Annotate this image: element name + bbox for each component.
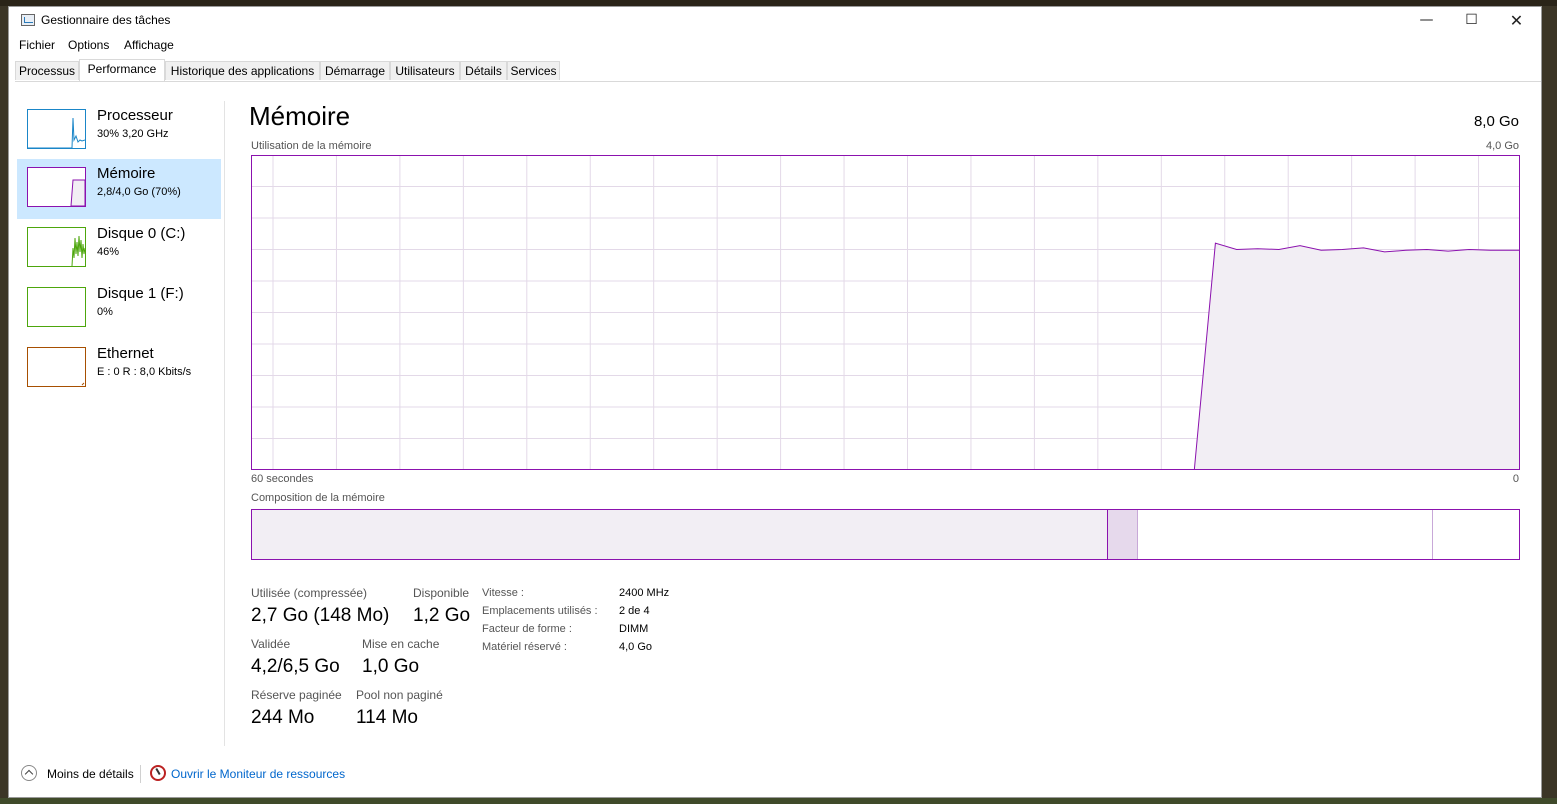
sidebar-item-title: Disque 1 (F:)	[97, 285, 184, 302]
composition-segment[interactable]	[1137, 510, 1433, 559]
slots-value: 2 de 4	[619, 605, 650, 617]
tab-processus[interactable]: Processus	[15, 61, 79, 80]
fewer-details-button[interactable]: Moins de détails	[47, 767, 134, 781]
form-factor-value: DIMM	[619, 623, 649, 635]
tab-performance[interactable]: Performance	[79, 59, 165, 81]
tab-services[interactable]: Services	[507, 61, 560, 80]
committed-label: Validée	[251, 637, 291, 651]
window-title: Gestionnaire des tâches	[41, 13, 171, 27]
speed-label: Vitesse :	[482, 587, 524, 599]
menu-options[interactable]: Options	[68, 38, 109, 52]
nonpaged-pool-label: Pool non paginé	[356, 688, 443, 702]
sidebar-item-subtitle: 0%	[97, 306, 113, 318]
sidebar-item-disque-1[interactable]: Disque 1 (F:) 0%	[17, 279, 221, 339]
memory-usage-area	[251, 243, 1520, 470]
sidebar-item-processeur[interactable]: Processeur 30% 3,20 GHz	[17, 101, 221, 161]
memory-thumbnail-graph	[70, 179, 85, 206]
tab-utilisateurs[interactable]: Utilisateurs	[390, 61, 460, 80]
paged-pool-value: 244 Mo	[251, 707, 315, 728]
memory-composition-bar[interactable]	[251, 509, 1520, 560]
available-label: Disponible	[413, 586, 470, 600]
slots-label: Emplacements utilisés :	[482, 605, 598, 617]
usage-graph-max: 4,0 Go	[1485, 140, 1519, 152]
footer-bar: Moins de détails Ouvrir le Moniteur de r…	[9, 757, 1541, 787]
usage-graph-label: Utilisation de la mémoire	[251, 140, 372, 152]
sidebar-item-subtitle: 46%	[97, 246, 120, 258]
tab-details[interactable]: Détails	[460, 61, 507, 80]
time-axis-right: 0	[1512, 473, 1519, 485]
ethernet-thumbnail	[27, 347, 86, 387]
task-manager-icon	[21, 14, 35, 26]
sidebar-item-disque-0[interactable]: Disque 0 (C:) 46%	[17, 219, 221, 279]
disk1-thumbnail	[27, 287, 86, 327]
tab-demarrage[interactable]: Démarrage	[320, 61, 390, 80]
committed-value: 4,2/6,5 Go	[251, 656, 340, 677]
disk0-thumbnail-graph	[71, 235, 85, 266]
sidebar-item-memoire[interactable]: Mémoire 2,8/4,0 Go (70%)	[17, 159, 221, 219]
composition-segment[interactable]	[1432, 510, 1519, 559]
composition-segment[interactable]	[1108, 510, 1138, 559]
maximize-button[interactable]: ☐	[1449, 7, 1494, 34]
sidebar-item-subtitle: 30% 3,20 GHz	[97, 128, 169, 140]
close-button[interactable]: ✕	[1494, 7, 1539, 34]
menu-fichier[interactable]: Fichier	[19, 38, 55, 52]
sidebar-item-title: Processeur	[97, 107, 173, 124]
minimize-button[interactable]: —	[1404, 7, 1449, 34]
form-factor-label: Facteur de forme :	[482, 623, 572, 635]
resource-monitor-link[interactable]: Ouvrir le Moniteur de ressources	[171, 767, 345, 781]
footer-divider	[140, 765, 141, 783]
sidebar-item-title: Mémoire	[97, 165, 156, 182]
memory-usage-chart	[251, 155, 1520, 470]
menu-affichage[interactable]: Affichage	[124, 38, 174, 52]
sidebar-item-title: Disque 0 (C:)	[97, 225, 186, 242]
ethernet-thumbnail-graph	[81, 382, 85, 386]
paged-pool-label: Réserve paginée	[251, 688, 342, 702]
cpu-thumbnail	[27, 109, 86, 149]
sidebar-item-subtitle: 2,8/4,0 Go (70%)	[97, 186, 181, 198]
sidebar-item-title: Ethernet	[97, 345, 154, 362]
page-title: Mémoire	[249, 101, 351, 131]
desktop-background-bottom	[0, 798, 1557, 804]
sidebar-item-subtitle: E : 0 R : 8,0 Kbits/s	[97, 366, 192, 378]
resource-monitor-icon	[150, 765, 166, 781]
cpu-thumbnail-graph	[28, 117, 85, 148]
used-label: Utilisée (compressée)	[251, 586, 368, 600]
nonpaged-pool-value: 114 Mo	[356, 707, 418, 728]
collapse-chevron-icon[interactable]	[21, 765, 37, 781]
cached-value: 1,0 Go	[362, 656, 420, 677]
disk0-thumbnail	[27, 227, 86, 267]
sidebar-item-ethernet[interactable]: Ethernet E : 0 R : 8,0 Kbits/s	[17, 339, 221, 399]
task-manager-window: Gestionnaire des tâches — ☐ ✕ Fichier Op…	[8, 6, 1542, 798]
used-value: 2,7 Go (148 Mo)	[251, 605, 390, 626]
tab-bar: Processus Performance Historique des app…	[15, 59, 1541, 82]
title-bar[interactable]: Gestionnaire des tâches — ☐ ✕	[9, 7, 1541, 34]
cached-label: Mise en cache	[362, 637, 440, 651]
composition-segment[interactable]	[252, 510, 1109, 559]
tab-historique[interactable]: Historique des applications	[165, 61, 320, 80]
available-value: 1,2 Go	[413, 605, 471, 626]
memory-total: 8,0 Go	[1473, 113, 1519, 130]
sidebar-divider	[224, 101, 225, 746]
hardware-reserved-value: 4,0 Go	[619, 641, 653, 653]
hardware-reserved-label: Matériel réservé :	[482, 641, 567, 653]
composition-label: Composition de la mémoire	[251, 492, 385, 504]
memory-thumbnail	[27, 167, 86, 207]
speed-value: 2400 MHz	[619, 587, 670, 599]
time-axis-left: 60 secondes	[251, 473, 314, 485]
